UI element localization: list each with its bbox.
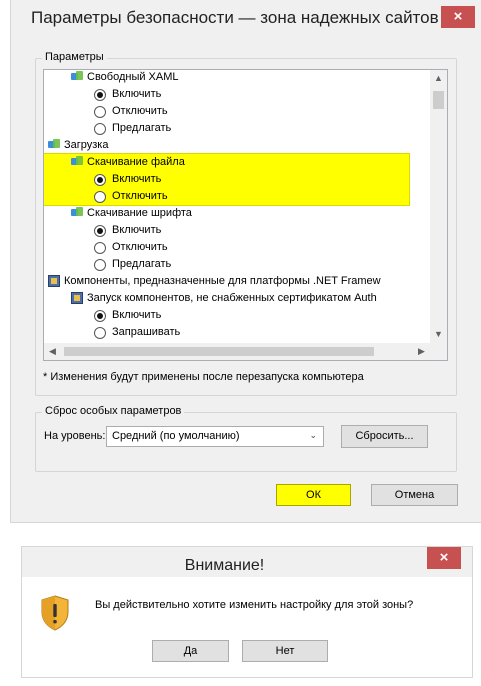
tree-item[interactable]: Включить: [94, 86, 161, 103]
radio-button[interactable]: [94, 89, 106, 101]
radio-button[interactable]: [94, 310, 106, 322]
scroll-left-icon[interactable]: ◀: [44, 343, 61, 360]
horizontal-scroll-thumb[interactable]: [64, 347, 374, 356]
cancel-button[interactable]: Отмена: [371, 484, 458, 506]
radio-button[interactable]: [94, 327, 106, 339]
tree-item: Свободный XAML: [71, 70, 179, 86]
cancel-button-label: Отмена: [394, 489, 435, 501]
radio-button[interactable]: [94, 225, 106, 237]
settings-category-icon: [71, 207, 84, 219]
tree-item-label: Загрузка: [64, 139, 109, 151]
tree-item: Загрузка: [48, 137, 108, 154]
ok-button[interactable]: ОК: [276, 484, 351, 506]
tree-item[interactable]: Отключить: [94, 188, 168, 205]
radio-button[interactable]: [94, 191, 106, 203]
radio-button[interactable]: [94, 242, 106, 254]
tree-item-label: Предлагать: [112, 258, 172, 270]
no-button-label: Нет: [275, 645, 295, 657]
tree-item: Скачивание шрифта: [71, 205, 192, 222]
shield-warning-icon: [41, 595, 69, 631]
radio-button[interactable]: [94, 259, 106, 271]
no-button[interactable]: Нет: [242, 640, 328, 662]
params-group-label: Параметры: [42, 51, 107, 63]
settings-category-icon: [48, 139, 61, 151]
settings-tree[interactable]: Свободный XAML Включить Отключить Предлагат…: [43, 69, 448, 361]
tree-item[interactable]: Предлагать: [94, 120, 171, 137]
tree-item-label: Свободный XAML: [87, 71, 179, 83]
tree-item-label: Отключить: [112, 241, 168, 253]
params-group: Параметры Свободный XAML Включить Отключит…: [35, 51, 457, 396]
close-button[interactable]: ×: [441, 6, 475, 28]
vertical-scrollbar[interactable]: ▲ ▼: [430, 70, 447, 343]
tree-item-label: Скачивание файла: [87, 156, 185, 168]
scrollbar-corner: [430, 343, 447, 360]
tree-item[interactable]: Отключить: [94, 239, 168, 256]
settings-tree-content: Свободный XAML Включить Отключить Предлагат…: [44, 70, 412, 343]
tree-item-label: Включить: [112, 309, 162, 321]
yes-button[interactable]: Да: [152, 640, 229, 662]
tree-item[interactable]: Включить: [94, 307, 161, 324]
yes-button-label: Да: [183, 645, 198, 657]
horizontal-scrollbar[interactable]: ◀ ▶: [44, 343, 430, 360]
ok-button-label: ОК: [306, 489, 321, 501]
warning-message: Вы действительно хотите изменить настрой…: [95, 599, 414, 611]
scroll-down-icon[interactable]: ▼: [430, 326, 447, 343]
tree-item-label: Запрашивать: [112, 326, 181, 338]
level-label: На уровень:: [44, 430, 106, 442]
tree-item-label: Включить: [112, 173, 162, 185]
tree-item[interactable]: Отключить: [94, 103, 168, 120]
level-select[interactable]: Средний (по умолчанию) ⌄: [106, 426, 324, 447]
reset-group: Сброс особых параметров На уровень: Сред…: [35, 405, 457, 472]
tree-item-label: Скачивание шрифта: [87, 207, 192, 219]
tree-item[interactable]: Запрашивать: [94, 324, 180, 341]
tree-item-label: Включить: [112, 224, 162, 236]
reset-button-label: Сбросить...: [355, 430, 414, 442]
tree-item-label: Отключить: [112, 105, 168, 117]
tree-item[interactable]: Включить: [94, 171, 161, 188]
tree-item: Компоненты, предназначенные для платформ…: [48, 273, 381, 290]
tree-item: Запуск компонентов, не снабженных сертиф…: [71, 290, 377, 307]
tree-item-label: Включить: [112, 88, 162, 100]
scroll-right-icon[interactable]: ▶: [413, 343, 430, 360]
tree-item-label: Компоненты, предназначенные для платформ…: [64, 275, 381, 287]
tree-item-label: Предлагать: [112, 122, 172, 134]
chevron-down-icon: ⌄: [309, 430, 317, 440]
reset-group-label: Сброс особых параметров: [42, 405, 185, 417]
dotnet-component-icon: [48, 275, 61, 287]
tree-item: Скачивание файла: [71, 154, 185, 171]
dialog-title: Параметры безопасности — зона надежных с…: [31, 8, 439, 27]
settings-category-icon: [71, 156, 84, 168]
tree-item-label: Запуск компонентов, не снабженных сертиф…: [87, 292, 377, 304]
security-settings-dialog: Параметры безопасности — зона надежных с…: [10, 0, 481, 523]
vertical-scroll-thumb[interactable]: [433, 91, 444, 109]
tree-item-label: Отключить: [112, 190, 168, 202]
dotnet-component-icon: [71, 292, 84, 304]
tree-item[interactable]: Включить: [94, 222, 161, 239]
reset-button[interactable]: Сбросить...: [341, 425, 428, 448]
scroll-up-icon[interactable]: ▲: [430, 70, 447, 87]
tree-item[interactable]: Предлагать: [94, 256, 171, 273]
level-select-value: Средний (по умолчанию): [112, 430, 240, 442]
warning-body: Вы действительно хотите изменить настрой…: [22, 577, 472, 677]
radio-button[interactable]: [94, 106, 106, 118]
warning-title: Внимание!: [184, 557, 265, 574]
radio-button[interactable]: [94, 174, 106, 186]
radio-button[interactable]: [94, 123, 106, 135]
warning-dialog: Внимание! × Вы действительно хотите изме…: [21, 546, 473, 678]
settings-category-icon: [71, 71, 84, 83]
restart-note: * Изменения будут применены после переза…: [43, 371, 364, 383]
warning-close-button[interactable]: ×: [427, 547, 461, 569]
